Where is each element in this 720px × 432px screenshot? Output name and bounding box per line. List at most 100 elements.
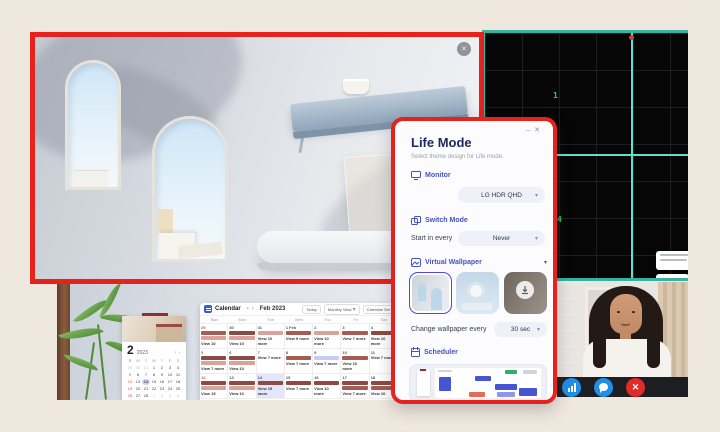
tooltip-button[interactable] bbox=[656, 274, 688, 281]
calendar-day-cell[interactable]: 10View 10 more bbox=[341, 349, 369, 374]
calendar-day-cell[interactable]: 7View 7 more bbox=[257, 349, 285, 374]
mini-day: 4 bbox=[174, 365, 182, 371]
view-more-link[interactable]: View 10 more bbox=[314, 386, 339, 396]
calendar-day-cell[interactable]: 17 View 7 more bbox=[341, 374, 369, 399]
life-mode-panel: –✕ Life Mode Select theme design for Lif… bbox=[391, 117, 557, 404]
collapse-chevron-icon[interactable]: ▾ bbox=[544, 259, 547, 266]
wallpaper-thumbnail-download[interactable] bbox=[504, 272, 547, 314]
tooltip-text-line bbox=[660, 254, 688, 256]
plant-stem bbox=[85, 342, 95, 400]
calendar-day-cell[interactable]: 5View 7 more bbox=[200, 349, 228, 374]
view-more-link[interactable]: View 7 more bbox=[342, 391, 367, 396]
cup-on-shelf bbox=[343, 79, 369, 94]
calendar-day-cell[interactable]: 3 View 7 more bbox=[341, 324, 369, 349]
start-in-every-label: Start in every bbox=[411, 235, 452, 242]
scheduler-desk-scene: 2 2023 ‹› SMTWTFS29303112345678910111213… bbox=[57, 284, 398, 400]
scheduler-preview-app bbox=[435, 368, 541, 398]
cell-date: 16 bbox=[314, 375, 339, 380]
view-more-link[interactable]: View 7 more bbox=[314, 361, 339, 366]
calendar-app-icon bbox=[204, 305, 212, 313]
wallpaper-thumbnail[interactable] bbox=[456, 272, 499, 314]
wallpaper-thumbnail-selected[interactable] bbox=[409, 272, 452, 314]
chat-button[interactable] bbox=[594, 378, 613, 397]
view-more-link[interactable]: View 10 more bbox=[229, 366, 254, 374]
end-call-button[interactable]: ✕ bbox=[626, 378, 645, 397]
view-more-link[interactable]: View 10 more bbox=[229, 391, 254, 399]
day-header: Sun bbox=[200, 316, 228, 324]
desk-calendar-year: 2023 bbox=[137, 350, 148, 356]
calendar-day-cell[interactable]: 16 View 10 more bbox=[313, 374, 341, 399]
cell-date: 8 bbox=[286, 350, 311, 355]
view-more-link[interactable]: View 10 more bbox=[229, 341, 254, 349]
chat-bubble-icon bbox=[599, 383, 608, 391]
calendar-day-cell[interactable]: 29 View 10 more bbox=[200, 324, 228, 349]
chevron-down-icon: ▾ bbox=[535, 235, 538, 242]
share-stats-button[interactable] bbox=[562, 378, 581, 397]
cell-date: 12 bbox=[201, 375, 226, 380]
panel-title: Life Mode bbox=[411, 135, 472, 150]
calendar-day-cell[interactable]: 12 View 15 more bbox=[200, 374, 228, 399]
mini-day: 31 bbox=[142, 365, 150, 371]
minimize-icon[interactable]: – bbox=[526, 127, 534, 134]
event-bar bbox=[258, 381, 283, 385]
view-more-link[interactable]: View 7 more bbox=[201, 366, 226, 371]
view-more-link[interactable]: View 15 more bbox=[201, 391, 226, 399]
view-more-link[interactable]: View 9 more bbox=[286, 336, 311, 341]
view-more-link[interactable]: View 7 more bbox=[342, 336, 367, 341]
calendar-day-cell[interactable]: 31View 10 more bbox=[257, 324, 285, 349]
participant-hair-strand bbox=[593, 314, 606, 368]
view-more-link[interactable]: View 10 more bbox=[258, 336, 283, 346]
scheduler-icon bbox=[411, 347, 420, 357]
wallpaper-close-button[interactable]: ✕ bbox=[457, 42, 471, 56]
cell-date: 17 bbox=[342, 375, 367, 380]
event-bar bbox=[314, 331, 339, 335]
calendar-day-cell[interactable]: 30View 10 more bbox=[228, 324, 256, 349]
switch-interval-select[interactable]: Never ▾ bbox=[458, 231, 545, 246]
mini-day: 7 bbox=[142, 372, 150, 378]
event-bar bbox=[314, 381, 339, 385]
mini-day: 13 bbox=[134, 379, 142, 385]
close-icon[interactable]: ✕ bbox=[534, 127, 544, 134]
mini-day: 2 bbox=[158, 393, 166, 399]
calendar-day-cell[interactable]: 13View 10 more bbox=[228, 374, 256, 399]
calendar-day-cell[interactable]: 9View 7 more bbox=[313, 349, 341, 374]
view-more-link[interactable]: View 7 more bbox=[286, 361, 311, 366]
calendar-nav-arrows[interactable]: ‹› bbox=[247, 306, 257, 312]
cell-date: 3 bbox=[342, 325, 367, 330]
cell-date: 29 bbox=[201, 325, 226, 330]
niche-step bbox=[157, 209, 173, 235]
tooltip-text-line bbox=[660, 259, 687, 261]
calendar-day-cell[interactable]: 15View 7 more bbox=[285, 374, 313, 399]
day-header: Tue bbox=[257, 316, 285, 324]
view-more-link[interactable]: View 10 more bbox=[342, 361, 367, 371]
bar-chart-icon bbox=[568, 383, 576, 392]
calendar-settings-button[interactable]: Calendar Set bbox=[363, 305, 394, 314]
calendar-day-cell[interactable]: 2View 10 more bbox=[313, 324, 341, 349]
event-bar bbox=[342, 331, 367, 335]
desk-calendar-card: 2 2023 ‹› SMTWTFS29303112345678910111213… bbox=[122, 316, 186, 400]
monitor-section-header: Monitor bbox=[411, 171, 451, 180]
view-more-link[interactable]: View 7 more bbox=[286, 386, 311, 391]
mini-day: 20 bbox=[134, 386, 142, 392]
event-bar bbox=[286, 331, 311, 335]
day-header: Mon bbox=[228, 316, 256, 324]
today-button[interactable]: Today bbox=[302, 305, 321, 314]
view-more-link[interactable]: View 10 more bbox=[314, 336, 339, 346]
calendar-day-cell[interactable]: 6View 10 more bbox=[228, 349, 256, 374]
mini-day: 10 bbox=[166, 372, 174, 378]
event-bar bbox=[201, 381, 226, 385]
view-select[interactable]: Monthly View ▾ bbox=[324, 304, 360, 315]
mini-day: 14 bbox=[142, 379, 150, 385]
calendar-day-cell[interactable]: 14View 15 more bbox=[257, 374, 285, 399]
monitor-select[interactable]: LG HDR QHD ▾ bbox=[458, 187, 545, 203]
calendar-day-cell[interactable]: 8 View 7 more bbox=[285, 349, 313, 374]
calendar-day-cell[interactable]: 1 FebView 9 more bbox=[285, 324, 313, 349]
notification-tooltip bbox=[656, 251, 688, 270]
view-more-link[interactable]: View 15 more bbox=[258, 386, 283, 396]
day-header: Fri bbox=[341, 316, 369, 324]
wallpaper-interval-select[interactable]: 30 sec ▾ bbox=[494, 322, 547, 337]
view-more-link[interactable]: View 7 more bbox=[258, 355, 283, 360]
scheduler-preview-thumbnail[interactable] bbox=[409, 364, 547, 400]
view-more-link[interactable]: View 10 more bbox=[201, 341, 226, 349]
switch-mode-icon bbox=[411, 216, 421, 225]
